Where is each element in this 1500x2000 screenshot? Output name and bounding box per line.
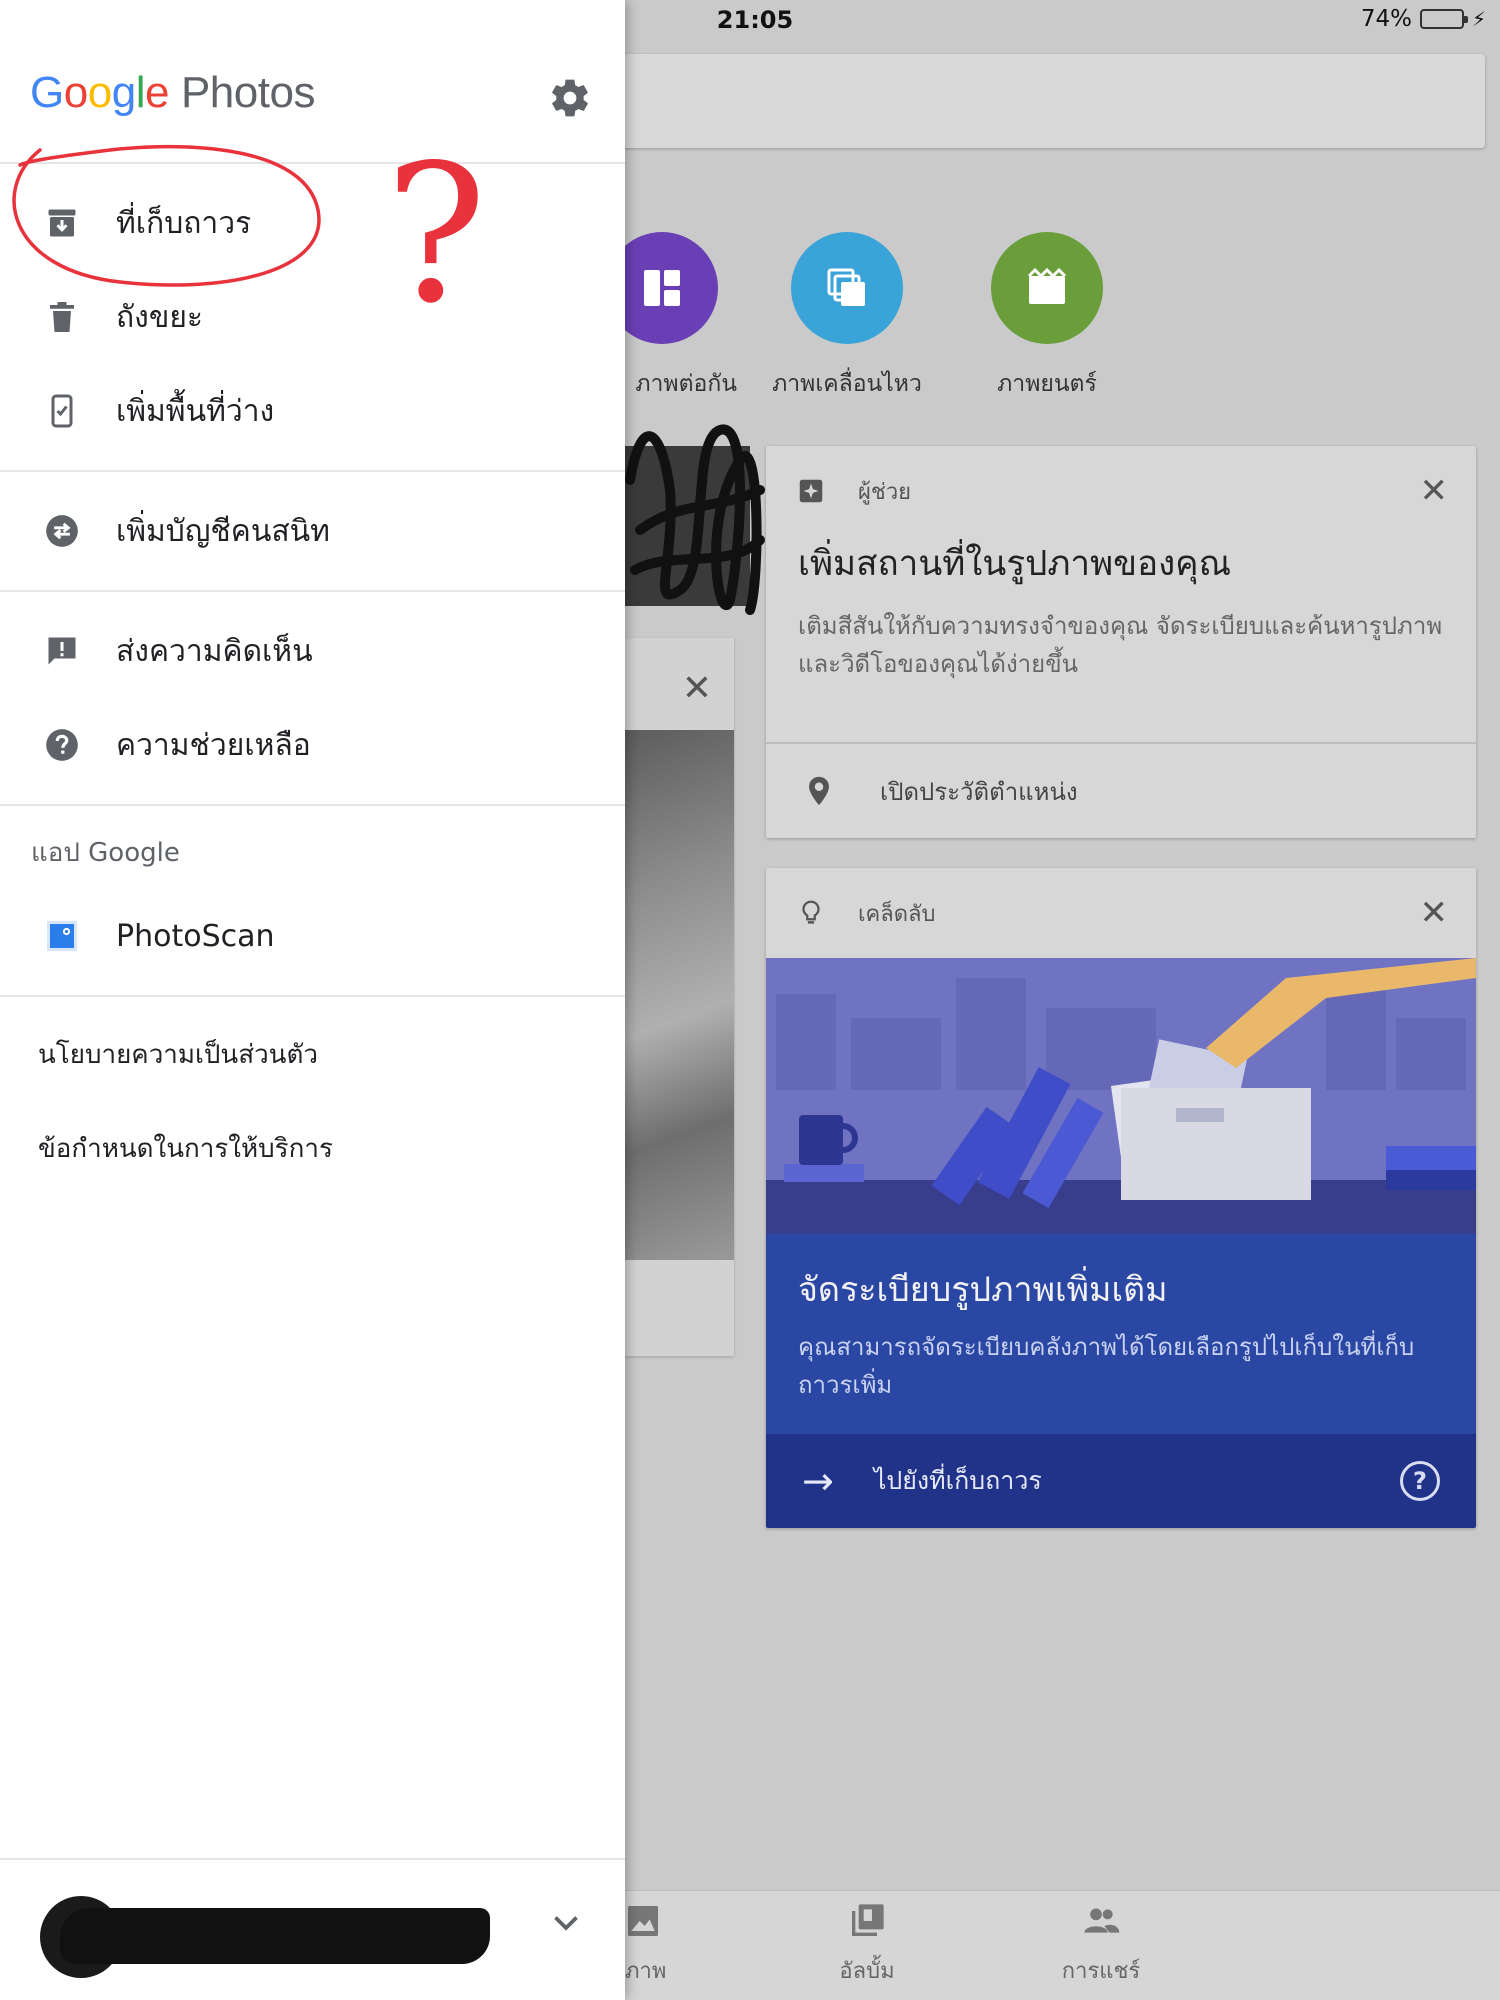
charging-icon: ⚡ — [1471, 7, 1486, 31]
card-action-label: เปิดประวัติตำแหน่ง — [880, 777, 1078, 806]
menu-item-label: เพิ่มบัญชีคนสนิท — [116, 513, 330, 549]
menu-item-send-feedback[interactable]: ส่งความคิดเห็น — [0, 604, 625, 698]
menu-item-photoscan[interactable]: PhotoScan — [0, 889, 625, 983]
drawer-header: Google Photos — [0, 0, 625, 164]
card-title: จัดระเบียบรูปภาพเพิ่มเติม — [798, 1270, 1168, 1310]
menu-item-archive[interactable]: ที่เก็บถาวร — [0, 176, 625, 270]
nav-label: การแชร์ — [1061, 1959, 1141, 1984]
card-header: เคล็ดลับ ✕ — [766, 868, 1476, 958]
feedback-icon — [42, 631, 82, 671]
card-body: เติมสีสันให้กับความทรงจำของคุณ จัดระเบีย… — [798, 612, 1443, 678]
chevron-down-icon[interactable] — [548, 1904, 584, 1940]
creation-animation[interactable]: ภาพเคลื่อนไหว — [772, 232, 922, 402]
creation-label: ภาพยนตร์ — [997, 371, 1097, 397]
close-icon[interactable]: ✕ — [682, 668, 712, 709]
product-name: Photos — [180, 68, 315, 117]
assistant-icon — [794, 474, 828, 508]
sharing-icon — [1084, 1908, 1120, 1933]
photo-icon — [628, 1906, 658, 1936]
location-pin-icon — [802, 774, 836, 808]
card-action-label: ไปยังที่เก็บถาวร — [873, 1466, 1042, 1495]
go-to-archive-button[interactable]: → ไปยังที่เก็บถาวร ? — [766, 1434, 1476, 1528]
menu-item-label: ส่งความคิดเห็น — [116, 633, 313, 669]
menu-item-label: PhotoScan — [116, 918, 275, 954]
logo-letter: o — [87, 68, 112, 117]
menu-item-label: เพิ่มพื้นที่ว่าง — [116, 393, 275, 429]
menu-item-label: ความช่วยเหลือ — [116, 727, 311, 763]
card-body: คุณสามารถจัดระเบียบคลังภาพได้โดยเลือกรูป… — [798, 1333, 1415, 1399]
logo-letter: g — [111, 68, 136, 117]
status-battery: 74% ⚡ — [1361, 6, 1486, 32]
albums-icon — [852, 1904, 884, 1936]
privacy-policy-link[interactable]: นโยบายความเป็นส่วนตัว — [0, 1007, 625, 1101]
archive-illustration — [766, 958, 1476, 1234]
lightbulb-icon — [794, 896, 828, 930]
free-up-space-icon — [42, 391, 82, 431]
partner-sharing-icon — [42, 511, 82, 551]
logo-letter: e — [144, 68, 169, 117]
archive-icon — [42, 203, 82, 243]
battery-icon — [1419, 9, 1468, 29]
menu-item-partner-sharing[interactable]: เพิ่มบัญชีคนสนิท — [0, 484, 625, 578]
drawer-google-apps: แอป Google PhotoScan — [0, 806, 625, 997]
arrow-right-icon: → — [802, 1459, 834, 1503]
logo-letter: o — [63, 68, 88, 117]
navigation-drawer: Google Photos ที่เก็บถาวร ถังขยะ เพิ่มพื้… — [0, 0, 625, 2000]
nav-label: อัลบั้ม — [839, 1959, 895, 1984]
gear-icon[interactable] — [548, 76, 592, 120]
logo-letter: l — [135, 68, 146, 117]
movie-icon — [991, 232, 1103, 344]
menu-item-label: ที่เก็บถาวร — [116, 205, 252, 241]
redacted-account-info — [60, 1908, 490, 1964]
help-icon[interactable]: ? — [1400, 1461, 1440, 1501]
google-photos-logo: Google Photos — [30, 68, 315, 118]
photoscan-icon — [42, 916, 82, 956]
drawer-menu-library: ที่เก็บถาวร ถังขยะ เพิ่มพื้นที่ว่าง — [0, 164, 625, 472]
drawer-menu-support: ส่งความคิดเห็น ความช่วยเหลือ — [0, 592, 625, 806]
logo-letter: G — [30, 68, 64, 117]
menu-item-help[interactable]: ความช่วยเหลือ — [0, 698, 625, 792]
tips-content: จัดระเบียบรูปภาพเพิ่มเติม คุณสามารถจัดระ… — [766, 1234, 1476, 1434]
card-kind: เคล็ดลับ — [858, 901, 936, 927]
menu-item-label: ถังขยะ — [116, 299, 204, 335]
status-time: 21:05 — [716, 6, 794, 34]
menu-item-free-up-space[interactable]: เพิ่มพื้นที่ว่าง — [0, 364, 625, 458]
animation-icon — [791, 232, 903, 344]
nav-sharing[interactable]: การแชร์ — [1021, 1901, 1181, 1988]
battery-percent: 74% — [1360, 6, 1412, 32]
card-title: เพิ่มสถานที่ในรูปภาพของคุณ — [798, 544, 1232, 584]
section-title: แอป Google — [31, 838, 180, 868]
menu-item-trash[interactable]: ถังขยะ — [0, 270, 625, 364]
drawer-legal-links: นโยบายความเป็นส่วนตัว ข้อกำหนดในการให้บร… — [0, 997, 625, 1195]
creation-label: ภาพเคลื่อนไหว — [772, 371, 922, 397]
open-location-history-button[interactable]: เปิดประวัติตำแหน่ง — [766, 742, 1476, 838]
close-icon[interactable]: ✕ — [1420, 471, 1449, 511]
card-kind: ผู้ช่วย — [858, 479, 912, 505]
creation-movie[interactable]: ภาพยนตร์ — [972, 232, 1122, 402]
card-header: ผู้ช่วย ✕ — [766, 446, 1476, 536]
assistant-card: ผู้ช่วย ✕ เพิ่มสถานที่ในรูปภาพของคุณ เติ… — [766, 446, 1476, 838]
close-icon[interactable]: ✕ — [1420, 893, 1449, 933]
nav-albums[interactable]: อัลบั้ม — [787, 1901, 947, 1988]
trash-icon — [42, 297, 82, 337]
search-bar[interactable] — [500, 54, 1485, 148]
drawer-menu-sharing: เพิ่มบัญชีคนสนิท — [0, 472, 625, 592]
account-switcher[interactable] — [0, 1858, 625, 2000]
tips-card: เคล็ดลับ ✕ จัดระเบียบรูปภาพเพิ่มเติม คุณ… — [766, 868, 1476, 1528]
terms-of-service-link[interactable]: ข้อกำหนดในการให้บริการ — [0, 1101, 625, 1195]
help-icon — [42, 725, 82, 765]
